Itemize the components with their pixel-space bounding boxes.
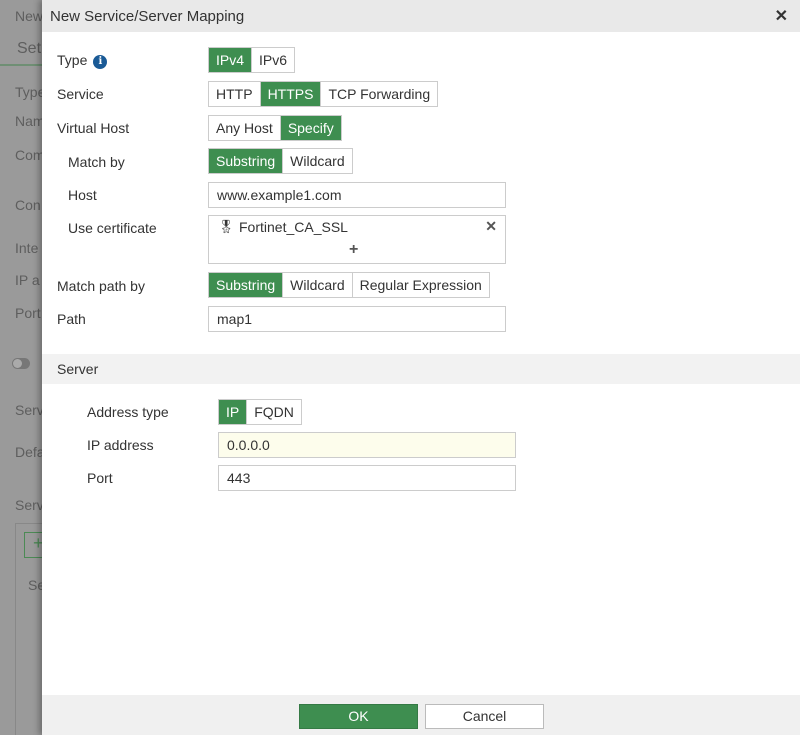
match-path-selector: Substring Wildcard Regular Expression <box>208 272 490 298</box>
port-label: Port <box>87 470 113 486</box>
match-by-selector: Substring Wildcard <box>208 148 353 174</box>
add-certificate-button[interactable]: + <box>349 241 358 259</box>
remove-certificate-icon[interactable]: ✕ <box>485 218 497 235</box>
bg-text: Nam <box>15 113 42 129</box>
type-ipv4[interactable]: IPv4 <box>209 48 252 72</box>
service-label: Service <box>57 86 104 102</box>
certificate-value: Fortinet_CA_SSL <box>239 219 348 235</box>
service-selector: HTTP HTTPS TCP Forwarding <box>208 81 439 107</box>
address-type-ip[interactable]: IP <box>219 400 247 424</box>
dialog-footer: OK Cancel <box>42 695 800 735</box>
bg-text: Com <box>15 147 42 163</box>
virtual-host-any[interactable]: Any Host <box>209 116 280 140</box>
close-icon[interactable]: ✕ <box>775 6 788 26</box>
match-by-substring[interactable]: Substring <box>209 149 283 173</box>
bg-add-button: + <box>24 532 42 558</box>
type-label: Type i <box>57 52 108 69</box>
mapping-dialog: New Service/Server Mapping ✕ Type i IPv4 … <box>42 0 800 735</box>
bg-text: Port <box>15 305 41 321</box>
bg-text: Serv <box>15 497 42 513</box>
path-label: Path <box>57 311 86 327</box>
type-ipv6[interactable]: IPv6 <box>251 48 294 72</box>
bg-text: Set <box>17 40 42 57</box>
virtual-host-label: Virtual Host <box>57 120 130 136</box>
address-type-fqdn[interactable]: FQDN <box>246 400 301 424</box>
host-label: Host <box>68 187 97 203</box>
bg-text: Type <box>15 84 42 100</box>
bg-text: New <box>15 8 42 24</box>
bg-text: Defa <box>15 444 42 460</box>
bg-toggle <box>12 358 30 369</box>
bg-text: Inte <box>15 240 39 256</box>
match-path-wildcard[interactable]: Wildcard <box>282 273 351 297</box>
bg-tab-underline <box>0 64 42 66</box>
bg-text: Se <box>28 577 42 593</box>
match-by-wildcard[interactable]: Wildcard <box>282 149 351 173</box>
match-by-label: Match by <box>68 154 125 170</box>
ip-address-label: IP address <box>87 437 154 453</box>
match-path-regex[interactable]: Regular Expression <box>351 273 489 297</box>
service-http[interactable]: HTTP <box>209 82 260 106</box>
match-path-substring[interactable]: Substring <box>209 273 283 297</box>
bg-text: IP a <box>15 272 40 288</box>
virtual-host-selector: Any Host Specify <box>208 115 342 141</box>
dialog-header: New Service/Server Mapping ✕ <box>42 0 800 32</box>
bg-text: Con <box>15 197 41 213</box>
service-https[interactable]: HTTPS <box>259 82 321 106</box>
background-page: New Set Type Nam Com Con Inte IP a Port … <box>0 0 42 735</box>
server-section-header: Server <box>42 354 800 384</box>
dialog-title: New Service/Server Mapping <box>50 7 245 25</box>
address-type-selector: IP FQDN <box>218 399 302 425</box>
ok-button[interactable]: OK <box>299 704 418 729</box>
match-path-label: Match path by <box>57 278 145 294</box>
path-input[interactable]: map1 <box>208 306 506 332</box>
host-input[interactable]: www.example1.com <box>208 182 506 208</box>
address-type-label: Address type <box>87 404 169 420</box>
port-input[interactable]: 443 <box>218 465 516 491</box>
service-tcp-forwarding[interactable]: TCP Forwarding <box>320 82 437 106</box>
cancel-button[interactable]: Cancel <box>425 704 544 729</box>
virtual-host-specify[interactable]: Specify <box>279 116 341 140</box>
ip-address-input[interactable]: 0.0.0.0 <box>218 432 516 458</box>
bg-text: Serv <box>15 402 42 418</box>
certificate-icon: 🎖 <box>218 219 235 234</box>
type-selector: IPv4 IPv6 <box>208 47 296 73</box>
certificate-field[interactable]: 🎖 Fortinet_CA_SSL ✕ + <box>208 215 506 264</box>
info-icon[interactable]: i <box>93 55 108 69</box>
certificate-label: Use certificate <box>68 220 157 236</box>
